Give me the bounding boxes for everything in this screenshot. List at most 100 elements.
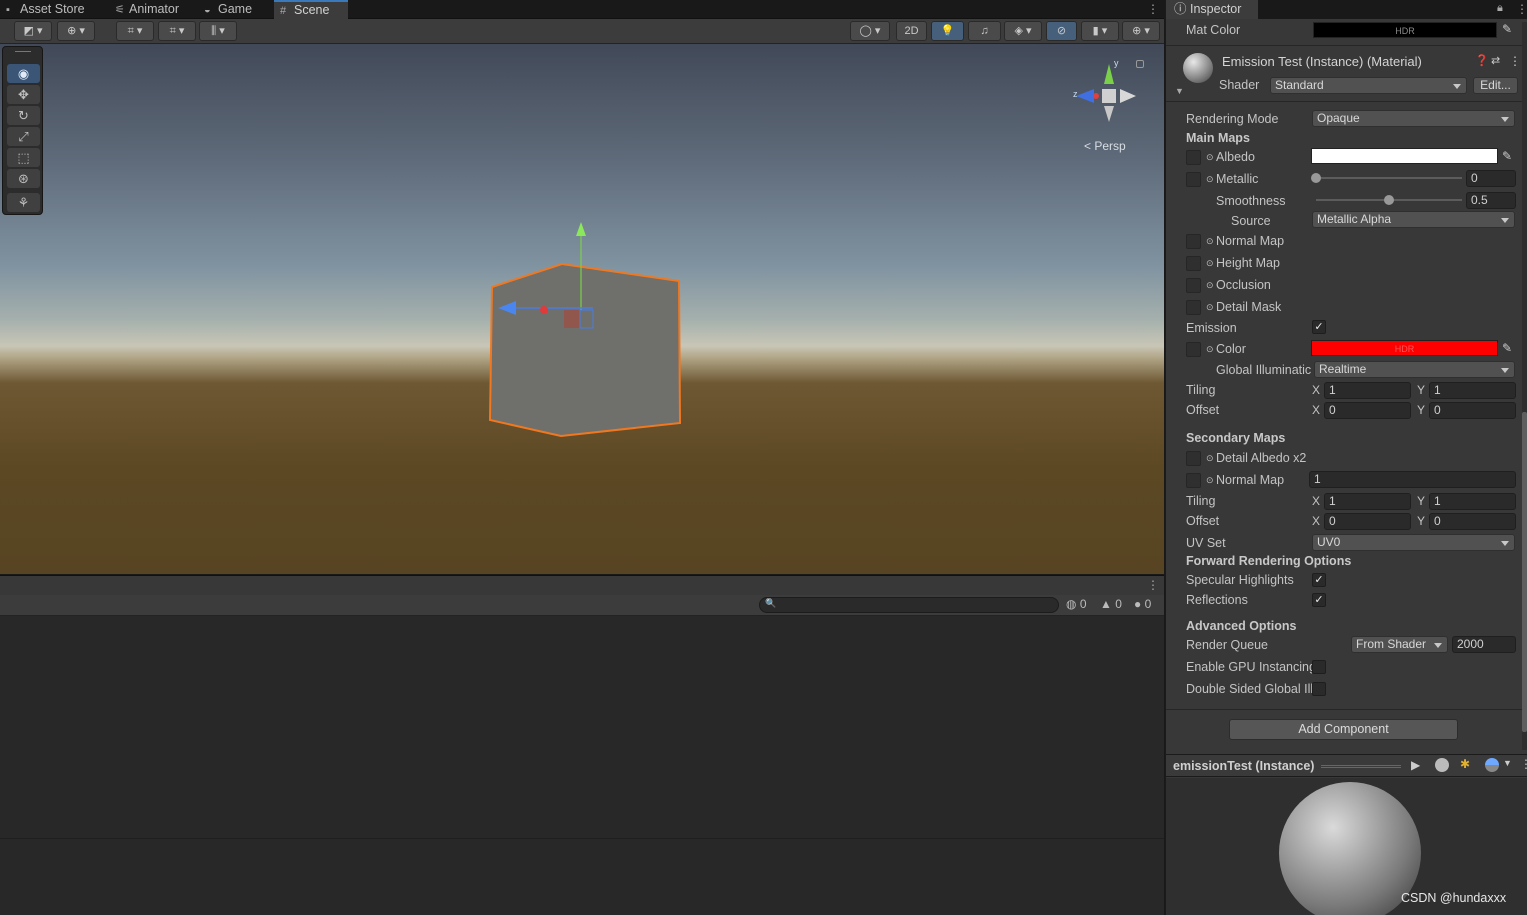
add-component-button[interactable]: Add Component <box>1229 719 1458 740</box>
increment-snap-dropdown[interactable]: ⫼ ▾ <box>199 21 237 41</box>
tiling2-y-field[interactable]: 1 <box>1429 493 1516 510</box>
scene-orientation-gizmo[interactable]: y z < Persp <box>1062 54 1142 154</box>
scene-viewport[interactable]: y z < Persp <box>0 44 1164 574</box>
source-dropdown[interactable]: Metallic Alpha <box>1312 211 1515 228</box>
uv-set-dropdown[interactable]: UV0 <box>1312 534 1515 551</box>
2d-toggle-button[interactable]: 2D <box>896 21 927 41</box>
help-icon[interactable]: ❓ <box>1475 54 1489 67</box>
perspective-label[interactable]: < Persp <box>1084 139 1126 153</box>
detail-albedo-slot[interactable] <box>1186 451 1201 466</box>
effects-dropdown[interactable]: ◈ ▾ <box>1004 21 1042 41</box>
grid-snap-dropdown[interactable]: ⌗ ▾ <box>116 21 154 41</box>
offset2-y-field[interactable]: 0 <box>1429 513 1516 530</box>
tab-animator[interactable]: ⚟ Animator <box>109 0 189 19</box>
camera-dropdown[interactable]: ▮ ▾ <box>1081 21 1119 41</box>
preview-mesh-dropdown[interactable] <box>1485 758 1499 772</box>
preview-sphere-icon[interactable] <box>1435 758 1449 772</box>
tab-scene[interactable]: # Scene <box>274 0 348 19</box>
render-queue-field[interactable]: 2000 <box>1452 636 1516 653</box>
double-sided-gi-checkbox[interactable] <box>1312 682 1326 696</box>
preset-icon[interactable]: ⇄ <box>1491 54 1500 67</box>
eyedropper-icon[interactable]: ✎ <box>1502 22 1512 36</box>
console-log-area[interactable] <box>0 616 1164 915</box>
scale-tool-icon[interactable]: ⤢ <box>7 127 40 146</box>
gizmo-lock-icon[interactable] <box>1136 60 1144 68</box>
metallic-slider-track[interactable] <box>1316 177 1462 179</box>
component-menu-icon[interactable]: ⋮ <box>1509 54 1521 68</box>
console-search-input[interactable]: 🔍 <box>759 597 1059 613</box>
lighting-icon[interactable]: ✱ <box>1460 757 1470 771</box>
hidden-objects-icon[interactable]: ⊘ <box>1046 21 1077 41</box>
detail-mask-picker-icon[interactable]: ⊙ <box>1206 302 1214 313</box>
emission-color-swatch[interactable]: HDR <box>1311 340 1498 356</box>
metallic-texture-slot[interactable] <box>1186 172 1201 187</box>
inspector-scrollbar[interactable] <box>1522 22 1527 750</box>
offset-y-field[interactable]: 0 <box>1429 402 1516 419</box>
rendering-mode-dropdown[interactable]: Opaque <box>1312 110 1515 127</box>
view-tool-eye-icon[interactable]: ◉ <box>7 64 40 83</box>
albedo-color-swatch[interactable] <box>1311 148 1498 164</box>
smoothness-value-field[interactable]: 0.5 <box>1466 192 1516 209</box>
offset-x-field[interactable]: 0 <box>1324 402 1411 419</box>
metallic-slider-thumb[interactable] <box>1311 173 1321 183</box>
tab-inspector[interactable]: ⓘ Inspector <box>1166 0 1258 19</box>
custom-tool-icon[interactable]: ⚘ <box>7 193 40 212</box>
specular-checkbox[interactable]: ✓ <box>1312 573 1326 587</box>
eyedropper-icon[interactable]: ✎ <box>1502 149 1512 163</box>
rotate-tool-icon[interactable]: ↻ <box>7 106 40 125</box>
console-info-toggle[interactable]: ◍ 0 <box>1066 597 1087 611</box>
console-menu-icon[interactable]: ⋮ <box>1147 578 1159 592</box>
console-error-toggle[interactable]: ● 0 <box>1134 597 1151 611</box>
height-map-picker-icon[interactable]: ⊙ <box>1206 258 1214 269</box>
tiling-y-field[interactable]: 1 <box>1429 382 1516 399</box>
inspector-menu-icon[interactable]: ⋮ <box>1516 2 1527 16</box>
gizmos-dropdown[interactable]: ⊕ ▾ <box>1122 21 1160 41</box>
gpu-instancing-checkbox[interactable] <box>1312 660 1326 674</box>
secondary-normal-picker-icon[interactable]: ⊙ <box>1206 475 1214 486</box>
preview-area[interactable]: CSDN @hundaxxx <box>1166 778 1527 915</box>
gi-dropdown[interactable]: Realtime <box>1314 361 1515 378</box>
secondary-normal-map-slot[interactable] <box>1186 473 1201 488</box>
offset2-x-field[interactable]: 0 <box>1324 513 1411 530</box>
emission-picker-icon[interactable]: ⊙ <box>1206 344 1214 355</box>
draw-mode-dropdown[interactable]: ◩ ▾ <box>14 21 52 41</box>
tab-game[interactable]: ◒ Game <box>198 0 266 19</box>
emission-texture-slot[interactable] <box>1186 342 1201 357</box>
tiling-x-field[interactable]: 1 <box>1324 382 1411 399</box>
rect-tool-icon[interactable]: ⬚ <box>7 148 40 167</box>
secondary-normal-scale-field[interactable]: 1 <box>1309 471 1516 488</box>
tab-asset-store[interactable]: ▪ Asset Store <box>0 0 103 19</box>
play-icon[interactable]: ▶ <box>1411 758 1420 772</box>
reflections-checkbox[interactable]: ✓ <box>1312 593 1326 607</box>
smoothness-slider-thumb[interactable] <box>1384 195 1394 205</box>
albedo-picker-icon[interactable]: ⊙ <box>1206 152 1214 163</box>
preview-menu-icon[interactable]: ⋮ <box>1520 757 1527 771</box>
normal-map-slot[interactable] <box>1186 234 1201 249</box>
audio-toggle-icon[interactable]: ♫ <box>968 21 1001 41</box>
normal-map-picker-icon[interactable]: ⊙ <box>1206 236 1214 247</box>
transform-tool-icon[interactable]: ⊛ <box>7 169 40 188</box>
emission-checkbox[interactable]: ✓ <box>1312 320 1326 334</box>
metallic-value-field[interactable]: 0 <box>1466 170 1516 187</box>
shading-mode-dropdown[interactable]: ◯ ▾ <box>850 21 890 41</box>
occlusion-picker-icon[interactable]: ⊙ <box>1206 280 1214 291</box>
lighting-toggle-icon[interactable]: 💡 <box>931 21 964 41</box>
occlusion-slot[interactable] <box>1186 278 1201 293</box>
detail-albedo-picker-icon[interactable]: ⊙ <box>1206 453 1214 464</box>
move-tool-icon[interactable]: ✥ <box>7 85 40 104</box>
metallic-picker-icon[interactable]: ⊙ <box>1206 174 1214 185</box>
mat-color-swatch[interactable]: HDR <box>1313 22 1497 38</box>
preview-drag-handle[interactable] <box>1321 765 1401 768</box>
shader-dropdown[interactable]: Standard <box>1270 77 1467 94</box>
chevron-down-icon[interactable]: ▼ <box>1503 758 1512 768</box>
grid-visibility-dropdown[interactable]: ⌗ ▾ <box>158 21 196 41</box>
foldout-arrow-icon[interactable]: ▼ <box>1175 86 1184 96</box>
global-local-dropdown[interactable]: ⊕ ▾ <box>57 21 95 41</box>
height-map-slot[interactable] <box>1186 256 1201 271</box>
tab-menu-icon[interactable]: ⋮ <box>1147 2 1159 16</box>
tiling2-x-field[interactable]: 1 <box>1324 493 1411 510</box>
console-warning-toggle[interactable]: ▲ 0 <box>1100 597 1122 611</box>
eyedropper-icon[interactable]: ✎ <box>1502 341 1512 355</box>
render-queue-dropdown[interactable]: From Shader <box>1351 636 1448 653</box>
lock-icon[interactable]: 🔒︎ <box>1497 2 1503 15</box>
